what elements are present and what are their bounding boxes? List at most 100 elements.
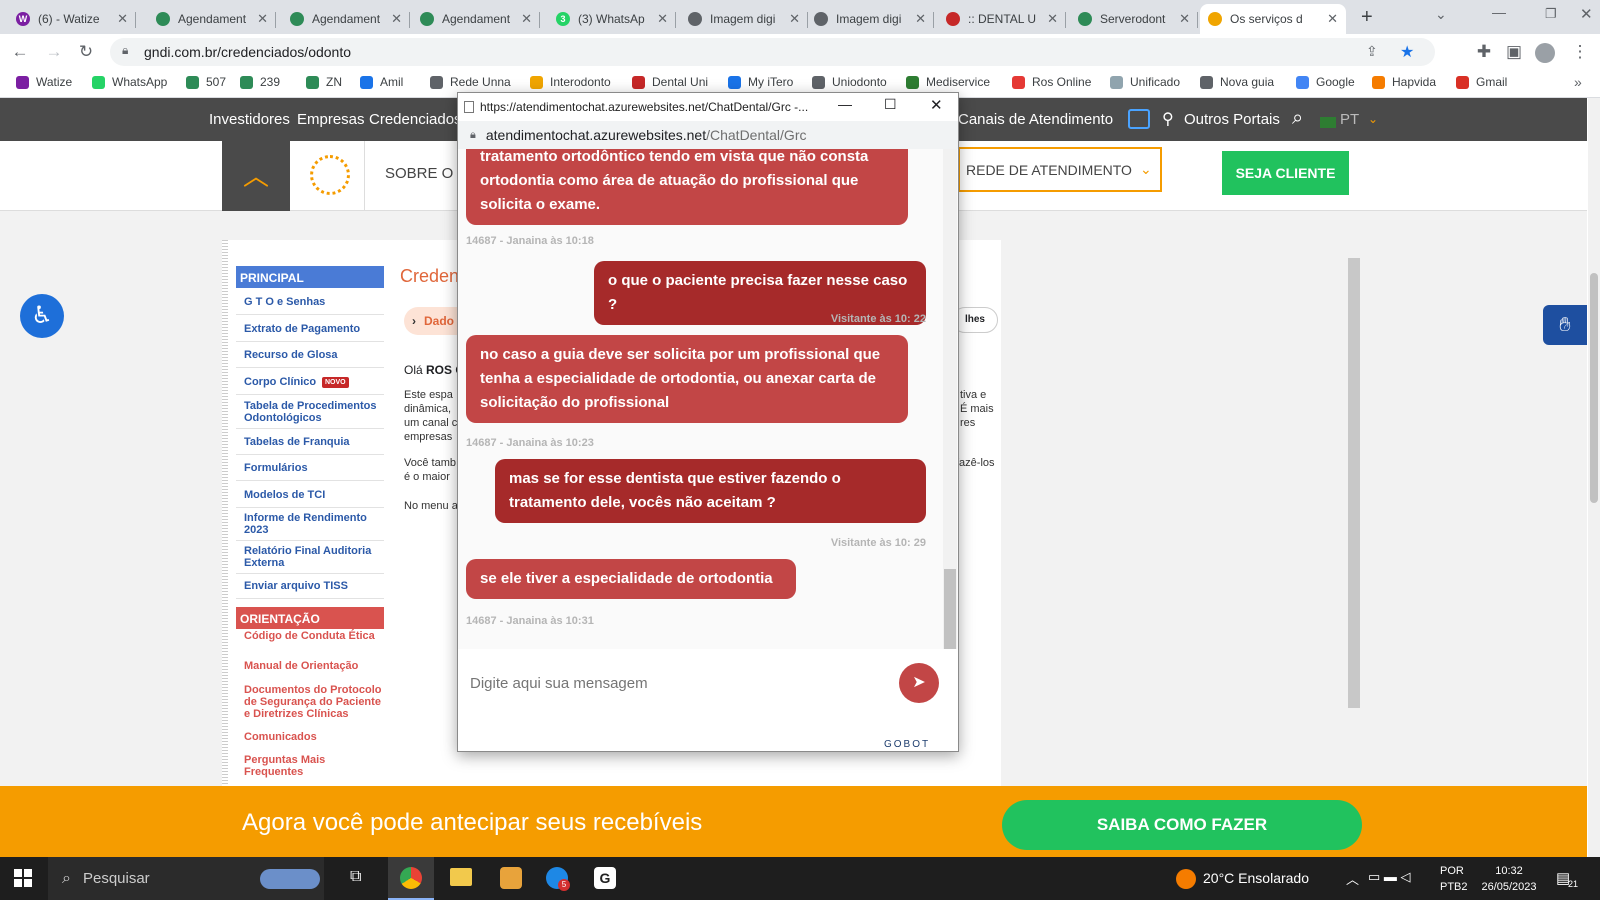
- bookmark-11[interactable]: Mediservice: [906, 75, 990, 89]
- menu-icon[interactable]: ⋮: [1568, 40, 1592, 64]
- content-scrollbar[interactable]: [1348, 258, 1360, 708]
- search-icon[interactable]: ⌕: [1292, 107, 1303, 130]
- sidebar-item-10[interactable]: Enviar arquivo TISS: [244, 580, 384, 592]
- g-app-icon[interactable]: G: [594, 867, 616, 889]
- close-window-icon[interactable]: ✕: [1580, 5, 1593, 23]
- minimize-icon[interactable]: —: [1492, 4, 1506, 20]
- tab-close-icon[interactable]: ✕: [391, 11, 402, 27]
- tab-close-icon[interactable]: ✕: [257, 11, 268, 27]
- message-input[interactable]: [470, 663, 888, 703]
- sidebar-item-1[interactable]: Extrato de Pagamento: [244, 323, 384, 335]
- share-icon[interactable]: ⇪: [1366, 43, 1378, 60]
- sidebar-item-0[interactable]: G T O e Senhas: [244, 296, 384, 308]
- tab-close-icon[interactable]: ✕: [789, 11, 800, 27]
- tab-close-icon[interactable]: ✕: [657, 11, 668, 27]
- sidebar-item-8[interactable]: Informe de Rendimento 2023: [244, 512, 384, 536]
- sidebar-item-5[interactable]: Tabelas de Franquia: [244, 436, 384, 448]
- hand-talk-icon[interactable]: ✋︎: [1543, 305, 1587, 345]
- reload-icon[interactable]: ↻: [74, 40, 98, 64]
- tray-icons[interactable]: ▭ ▬ ◁: [1368, 869, 1411, 885]
- clock[interactable]: 10:32 26/05/2023: [1478, 863, 1540, 895]
- forward-icon[interactable]: →: [42, 40, 66, 64]
- back-icon[interactable]: ←: [8, 40, 32, 64]
- tray-chevron-icon[interactable]: ︿: [1346, 869, 1359, 888]
- weather-text[interactable]: 20°C Ensolarado: [1203, 870, 1309, 886]
- tab-search-icon[interactable]: ⌄: [1435, 6, 1447, 23]
- orientacao-item-0[interactable]: Código de Conduta Ética: [244, 630, 384, 642]
- file-explorer-icon[interactable]: [450, 868, 472, 886]
- popup-maximize-icon[interactable]: ☐: [884, 96, 897, 113]
- orientacao-item-2[interactable]: Documentos do Protocolo de Segurança do …: [244, 684, 384, 720]
- windows-start-icon[interactable]: [14, 869, 32, 887]
- bookmark-7[interactable]: Interodonto: [530, 75, 611, 89]
- tab-close-icon[interactable]: ✕: [1047, 11, 1058, 27]
- tab-close-icon[interactable]: ✕: [1327, 11, 1338, 27]
- sidebar-item-3[interactable]: Corpo Clínico: [244, 376, 384, 388]
- tab-0[interactable]: W (6) - Watize ✕: [8, 4, 136, 34]
- orientacao-item-1[interactable]: Manual de Orientação: [244, 660, 384, 672]
- side-panel-icon[interactable]: ▣: [1502, 40, 1526, 64]
- address-bar[interactable]: 🔒︎ gndi.com.br/credenciados/odonto ★ ⇪: [110, 38, 1435, 66]
- star-icon[interactable]: ★: [1400, 42, 1414, 62]
- tab-close-icon[interactable]: ✕: [521, 11, 532, 27]
- bookmark-6[interactable]: Rede Unna: [430, 75, 511, 89]
- app-icon[interactable]: [500, 867, 522, 889]
- tab-9[interactable]: Os serviços d ✕: [1200, 4, 1346, 34]
- language-selector[interactable]: PT: [1340, 111, 1359, 128]
- bookmark-1[interactable]: WhatsApp: [92, 75, 167, 89]
- chat-scrollbar[interactable]: [943, 149, 957, 649]
- bookmark-3[interactable]: 239: [240, 75, 280, 89]
- nav-empresas[interactable]: Empresas: [297, 111, 365, 128]
- nav-canais[interactable]: Canais de Atendimento: [958, 111, 1113, 128]
- sidebar-item-2[interactable]: Recurso de Glosa: [244, 349, 384, 361]
- bookmark-15[interactable]: Google: [1296, 75, 1355, 89]
- tab-close-icon[interactable]: ✕: [117, 11, 128, 27]
- restore-icon[interactable]: ❐: [1545, 6, 1557, 22]
- tab-4[interactable]: 3 (3) WhatsAp ✕: [548, 4, 676, 34]
- nav-outros-portais[interactable]: Outros Portais: [1184, 111, 1280, 128]
- tab-8[interactable]: Serverodont ✕: [1070, 4, 1198, 34]
- send-button[interactable]: ➤: [899, 663, 939, 703]
- orientacao-item-4[interactable]: Perguntas Mais Frequentes: [244, 754, 384, 778]
- sidebar-item-9[interactable]: Relatório Final Auditoria Externa: [244, 545, 384, 569]
- language-indicator[interactable]: POR PTB2: [1440, 863, 1468, 895]
- tab-6[interactable]: Imagem digi ✕: [806, 4, 934, 34]
- popup-minimize-icon[interactable]: —: [838, 96, 852, 112]
- chrome-taskbar-button[interactable]: [388, 857, 434, 900]
- nav-credenciados[interactable]: Credenciados: [369, 111, 462, 128]
- bookmark-5[interactable]: Amil: [360, 75, 403, 89]
- bookmark-13[interactable]: Unificado: [1110, 75, 1180, 89]
- bookmark-14[interactable]: Nova guia: [1200, 75, 1274, 89]
- seja-cliente-button[interactable]: SEJA CLIENTE: [1222, 151, 1349, 195]
- tab-1[interactable]: Agendament ✕: [148, 4, 276, 34]
- sidebar-item-7[interactable]: Modelos de TCI: [244, 489, 384, 501]
- page-scrollbar[interactable]: [1588, 98, 1600, 857]
- profile-avatar[interactable]: [1535, 43, 1555, 63]
- collapse-chevron-icon[interactable]: ︿: [222, 141, 290, 211]
- bookmark-8[interactable]: Dental Uni: [632, 75, 708, 89]
- sidebar-item-6[interactable]: Formulários: [244, 462, 384, 474]
- bookmark-4[interactable]: ZN: [306, 75, 342, 89]
- bookmark-17[interactable]: Gmail: [1456, 75, 1507, 89]
- bookmark-12[interactable]: Ros Online: [1012, 75, 1091, 89]
- rede-atendimento-button[interactable]: REDE DE ATENDIMENTO ⌄: [958, 147, 1162, 192]
- popup-close-icon[interactable]: ✕: [930, 96, 943, 114]
- tab-2[interactable]: Agendament ✕: [282, 4, 410, 34]
- nav-investidores[interactable]: Investidores: [209, 111, 290, 128]
- tab-5[interactable]: Imagem digi ✕: [680, 4, 808, 34]
- task-view-icon[interactable]: ⧉: [350, 868, 361, 886]
- bookmark-2[interactable]: 507: [186, 75, 226, 89]
- orientacao-item-3[interactable]: Comunicados: [244, 731, 384, 743]
- bookmark-10[interactable]: Uniodonto: [812, 75, 887, 89]
- sign-language-icon[interactable]: [1128, 109, 1150, 129]
- tab-7[interactable]: :: DENTAL U ✕: [938, 4, 1066, 34]
- saiba-como-fazer-button[interactable]: SAIBA COMO FAZER: [1002, 800, 1362, 850]
- more-bookmarks-icon[interactable]: »: [1574, 74, 1582, 90]
- accessibility-icon[interactable]: ♿︎: [20, 294, 64, 338]
- taskbar-search-box[interactable]: ⌕ Pesquisar: [48, 857, 324, 900]
- bookmark-9[interactable]: My iTero: [728, 75, 793, 89]
- sidebar-item-4[interactable]: Tabela de Procedimentos Odontológicos: [244, 400, 384, 424]
- bookmark-16[interactable]: Hapvida: [1372, 75, 1436, 89]
- extensions-icon[interactable]: ✚: [1472, 40, 1496, 64]
- new-tab-button[interactable]: +: [1361, 6, 1373, 29]
